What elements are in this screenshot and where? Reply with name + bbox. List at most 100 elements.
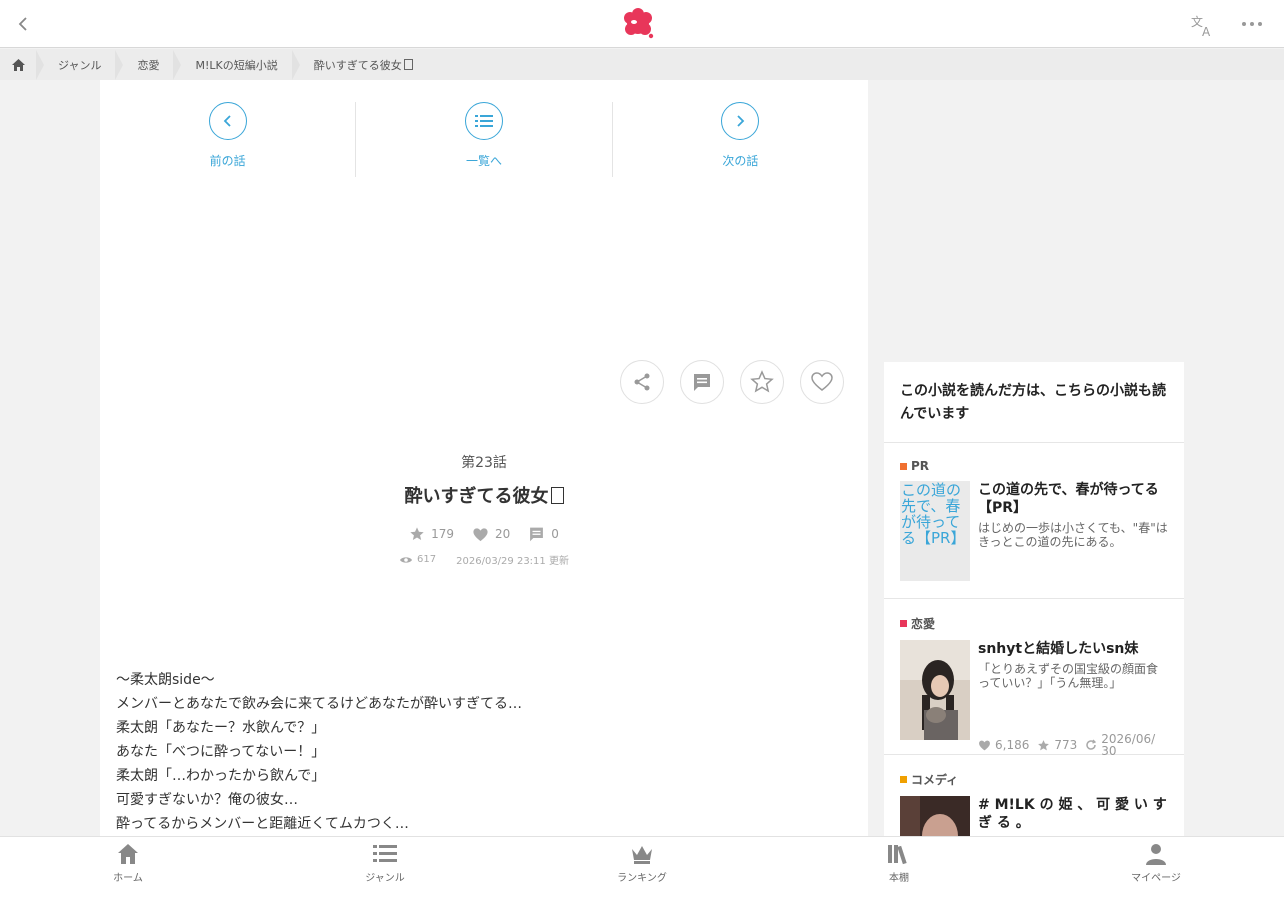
- back-arrow-icon[interactable]: [12, 12, 36, 36]
- breadcrumb-home[interactable]: [0, 49, 36, 80]
- bottom-tab-bar: ホーム ジャンル ランキング 本棚 マイページ: [0, 836, 1284, 900]
- tab-home[interactable]: ホーム: [88, 843, 168, 884]
- comment-button[interactable]: [680, 360, 724, 404]
- like-count: 20: [472, 526, 510, 542]
- tab-bookshelf[interactable]: 本棚: [859, 843, 939, 884]
- episode-meta: 617 2026/03/29 23:11 更新: [100, 552, 868, 567]
- refresh-icon: [1086, 739, 1097, 750]
- breadcrumb-item[interactable]: ジャンル: [44, 49, 115, 80]
- breadcrumb-item[interactable]: 恋愛: [123, 49, 173, 80]
- main-content: 前の話 一覧へ 次の話 第23話 酔いすぎてる彼女 179 20 0 617 2…: [100, 80, 868, 836]
- translate-icon[interactable]: 文 A: [1190, 14, 1216, 38]
- breadcrumb-separator: [115, 49, 124, 80]
- card-title[interactable]: この道の先で、春が待ってる【PR】: [978, 481, 1168, 517]
- tab-label: ホーム: [113, 873, 143, 884]
- breadcrumb: ジャンル 恋愛 M!LKの短編小説 酔いすぎてる彼女: [0, 49, 1284, 80]
- card-title[interactable]: snhytと結婚したいsn妹: [978, 640, 1168, 658]
- favorite-star-button[interactable]: [740, 360, 784, 404]
- cover-thumbnail[interactable]: この道の先で、春が待ってる【PR】: [900, 481, 970, 581]
- story-line: 柔太朗「…わかったから飲んで」: [116, 768, 326, 784]
- missing-glyph-icon: [403, 59, 413, 70]
- episode-nav: 前の話 一覧へ 次の話: [100, 102, 868, 177]
- card-updated: 2026/06/30: [1085, 733, 1159, 757]
- svg-text:A: A: [1202, 25, 1211, 38]
- category-label: PR: [900, 459, 1168, 473]
- star-icon: [1038, 739, 1050, 750]
- cover-thumbnail[interactable]: [900, 640, 970, 740]
- cover-photo: [900, 640, 970, 740]
- story-line: 〜柔太朗side〜: [116, 672, 215, 688]
- chevron-left-icon: [208, 102, 247, 140]
- tab-label: 本棚: [889, 873, 909, 884]
- card-like-count: 6,186: [978, 738, 1029, 752]
- card-title[interactable]: # M!LK の 姫 、 可 愛 い す ぎ る 。: [978, 796, 1168, 832]
- top-bar: 文 A: [0, 0, 1284, 48]
- user-icon: [1146, 844, 1166, 865]
- star-icon: [410, 527, 424, 540]
- list-icon: [373, 845, 397, 862]
- chevron-right-icon: [721, 102, 760, 140]
- comment-icon: [694, 374, 710, 391]
- view-count: 617: [399, 552, 436, 567]
- card-star-count: 773: [1037, 738, 1077, 752]
- card-description: はじめの一歩は小さくても、"春"はきっとこの道の先にある。: [978, 521, 1168, 549]
- star-count: 179: [409, 526, 454, 542]
- tab-label: ランキング: [617, 873, 667, 884]
- eye-icon: [400, 556, 413, 563]
- story-line: 酔ってるからメンバーと距離近くてムカつく…: [116, 816, 409, 832]
- recommend-card[interactable]: PR この道の先で、春が待ってる【PR】 この道の先で、春が待ってる【PR】 は…: [884, 443, 1184, 599]
- episode-number: 第23話: [461, 455, 507, 471]
- share-icon: [634, 373, 650, 391]
- recommend-sidebar: この小説を読んだ方は、こちらの小説も読んでいます PR この道の先で、春が待って…: [884, 362, 1184, 836]
- card-description: 「とりあえずその国宝級の顔面食っていい？」「うん無理。」: [978, 662, 1159, 690]
- comment-icon: [530, 527, 544, 542]
- more-options-icon[interactable]: [1240, 17, 1264, 31]
- breadcrumb-separator: [36, 49, 44, 80]
- recommend-card[interactable]: コメディ # M!LK の 姫 、 可 愛 い す ぎ る 。: [884, 755, 1184, 836]
- sidebar-heading: この小説を読んだ方は、こちらの小説も読んでいます: [884, 362, 1184, 443]
- crown-icon: [632, 846, 652, 864]
- like-heart-button[interactable]: [800, 360, 844, 404]
- category-label: コメディ: [900, 771, 1168, 788]
- next-episode-button[interactable]: 次の話: [611, 102, 868, 177]
- story-line: 可愛すぎないか？俺の彼女…: [116, 792, 298, 808]
- cover-thumbnail[interactable]: [900, 796, 970, 836]
- category-label: 恋愛: [900, 615, 1168, 632]
- breadcrumb-current: 酔いすぎてる彼女: [300, 49, 427, 80]
- app-logo-icon[interactable]: [620, 8, 656, 40]
- next-episode-label: 次の話: [722, 154, 759, 168]
- recommend-card[interactable]: 恋愛 snhytと結婚したいsn妹 「とりあえずその国宝級の顔面食っていい？」「…: [884, 599, 1184, 757]
- star-icon: [750, 370, 774, 393]
- heart-icon: [979, 740, 990, 751]
- story-line: メンバーとあなたで飲み会に来てるけどあなたが酔いすぎてる…: [116, 696, 522, 712]
- tab-label: マイページ: [1131, 873, 1181, 884]
- prev-episode-label: 前の話: [209, 154, 246, 168]
- breadcrumb-separator: [291, 49, 300, 80]
- category-marker: [900, 776, 907, 783]
- cover-photo: [900, 796, 970, 836]
- action-buttons: [620, 360, 844, 404]
- heart-icon: [811, 372, 833, 391]
- missing-glyph-icon: [550, 487, 564, 504]
- story-line: 柔太朗「あなたー？水飲んで？」: [116, 720, 326, 736]
- story-line: あなた「べつに酔ってないー！」: [116, 744, 326, 760]
- episode-list-button[interactable]: 一覧へ: [355, 102, 611, 177]
- episode-list-label: 一覧へ: [465, 154, 502, 168]
- card-stats: 6,186 773 2026/06/30: [978, 733, 1159, 757]
- breadcrumb-separator: [173, 49, 182, 80]
- broken-image-alt: この道の先で、春が待ってる【PR】: [901, 481, 966, 547]
- prev-episode-button[interactable]: 前の話: [100, 102, 355, 177]
- tab-genre[interactable]: ジャンル: [345, 843, 425, 884]
- category-marker: [900, 462, 907, 470]
- comment-count: 0: [528, 526, 559, 542]
- episode-stats: 179 20 0: [100, 526, 868, 542]
- home-icon: [11, 58, 25, 71]
- list-icon: [464, 102, 503, 140]
- episode-title: 酔いすぎてる彼女: [100, 482, 868, 508]
- tab-mypage[interactable]: マイページ: [1116, 843, 1196, 884]
- bookshelf-icon: [888, 845, 907, 865]
- tab-ranking[interactable]: ランキング: [602, 843, 682, 884]
- breadcrumb-item[interactable]: M!LKの短編小説: [181, 49, 291, 80]
- share-button[interactable]: [620, 360, 664, 404]
- tab-label: ジャンル: [365, 873, 405, 884]
